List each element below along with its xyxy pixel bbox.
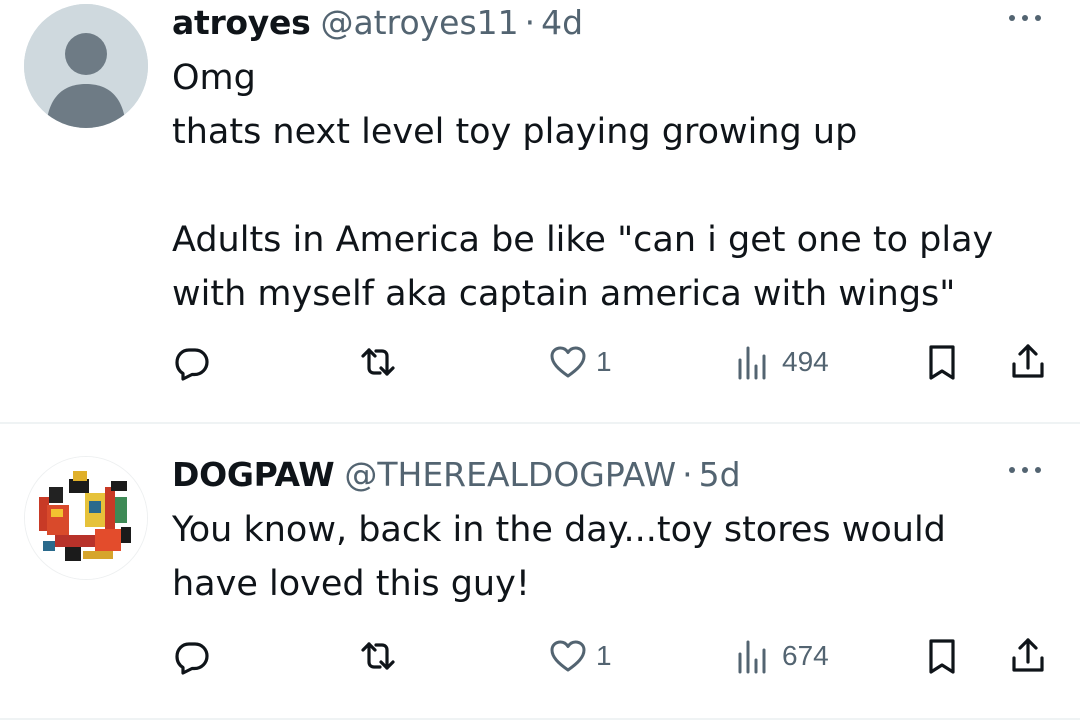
reply-button[interactable] <box>172 631 212 681</box>
tweet[interactable]: atroyes @atroyes11 · 4d Omg thats next leve… <box>0 0 1080 422</box>
share-icon <box>1012 638 1044 672</box>
tweet-text: Omg thats next level toy playing growing… <box>172 51 1052 321</box>
tweet-text-line: have loved this guy! <box>172 564 530 604</box>
author-handle[interactable]: @THEREALDOGPAW <box>344 455 676 494</box>
tweet-divider <box>0 718 1080 720</box>
tweet-actions: 1 674 <box>172 631 1052 681</box>
bookmark-icon <box>929 345 955 380</box>
more-dots-icon[interactable] <box>1000 2 1050 32</box>
default-avatar-icon <box>24 4 148 128</box>
tweet-text-line <box>172 159 1052 213</box>
author-handle[interactable]: @atroyes11 <box>320 3 518 42</box>
like-button[interactable]: 1 <box>548 337 612 387</box>
like-count: 1 <box>596 640 612 671</box>
retweet-button[interactable] <box>358 337 398 387</box>
tweet-text-line: with myself aka captain america with win… <box>172 274 956 314</box>
tweet-text-line: thats next level toy playing growing up <box>172 112 858 152</box>
tweet-actions: 1 494 <box>172 337 1052 387</box>
retweet-icon <box>361 642 395 670</box>
bookmark-icon <box>929 639 955 674</box>
reply-icon <box>175 642 209 675</box>
share-icon <box>1012 344 1044 378</box>
illustrated-avatar <box>25 457 147 579</box>
retweet-icon <box>361 348 395 376</box>
more-dots-icon[interactable] <box>1000 454 1050 484</box>
author-name[interactable]: DOGPAW <box>172 455 335 494</box>
tweet[interactable]: DOGPAW @THEREALDOGPAW · 5d You know, back i… <box>0 424 1080 725</box>
tweet-header: atroyes @atroyes11 · 4d <box>172 1 583 45</box>
view-count: 674 <box>782 640 829 671</box>
avatar[interactable] <box>24 456 148 580</box>
heart-icon <box>550 346 586 378</box>
tweet-time[interactable]: 5d <box>699 455 741 494</box>
tweet-text-line: You know, back in the day...toy stores w… <box>172 510 946 550</box>
share-button[interactable] <box>1008 631 1048 681</box>
bookmark-button[interactable] <box>922 337 962 387</box>
like-button[interactable]: 1 <box>548 631 612 681</box>
share-button[interactable] <box>1008 337 1048 387</box>
views-button[interactable]: 494 <box>734 337 829 387</box>
retweet-button[interactable] <box>358 631 398 681</box>
separator-dot: · <box>682 455 693 494</box>
views-chart-icon <box>738 640 766 674</box>
separator-dot: · <box>524 3 536 42</box>
heart-icon <box>550 640 586 672</box>
reply-icon <box>175 348 209 381</box>
reply-button[interactable] <box>172 337 212 387</box>
tweet-time[interactable]: 4d <box>541 3 583 42</box>
tweet-text: You know, back in the day...toy stores w… <box>172 503 1052 611</box>
views-button[interactable]: 674 <box>734 631 829 681</box>
bookmark-button[interactable] <box>922 631 962 681</box>
author-name[interactable]: atroyes <box>172 3 311 42</box>
tweet-text-line: Omg <box>172 58 256 98</box>
views-chart-icon <box>738 346 766 380</box>
tweet-text-line: Adults in America be like "can i get one… <box>172 220 994 260</box>
like-count: 1 <box>596 346 612 377</box>
tweet-header: DOGPAW @THEREALDOGPAW · 5d <box>172 453 741 497</box>
avatar[interactable] <box>24 4 148 128</box>
view-count: 494 <box>782 346 829 377</box>
